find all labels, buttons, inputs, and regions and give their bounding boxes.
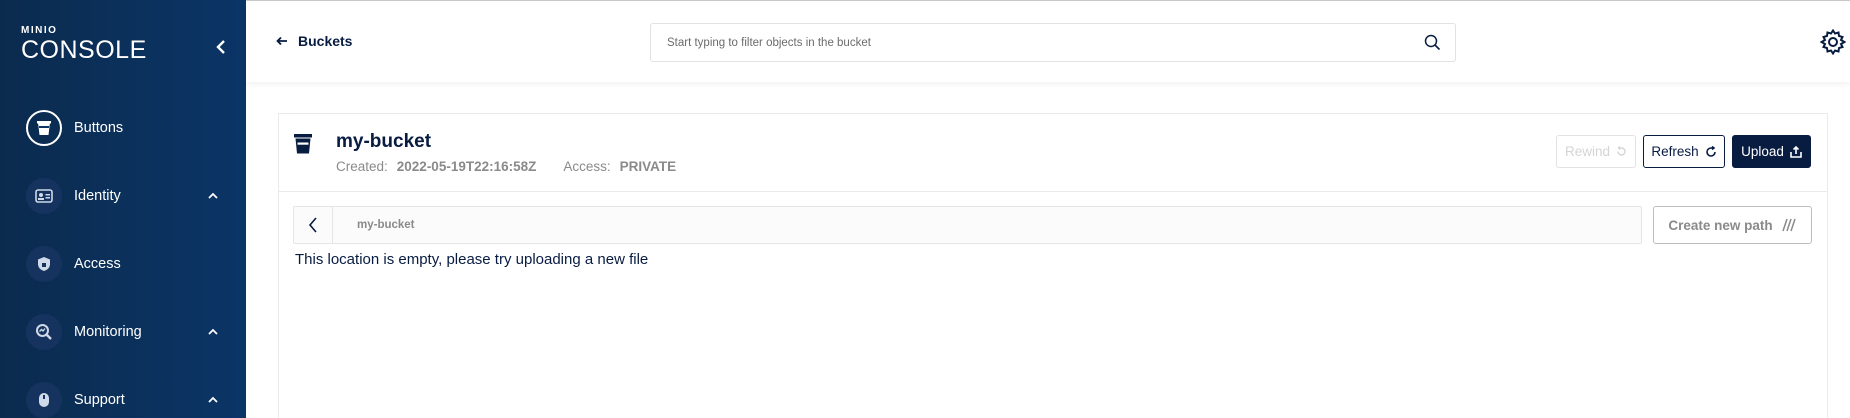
create-new-path-button[interactable]: Create new path: [1653, 206, 1812, 244]
sidebar-item-buckets[interactable]: Buttons: [0, 100, 246, 156]
sidebar-item-label: Buttons: [74, 120, 124, 136]
sidebar-item-label: Access: [74, 256, 121, 272]
refresh-icon: [1705, 145, 1716, 157]
logo-big-text: CONSOLE: [21, 36, 147, 64]
back-to-buckets-link[interactable]: Buckets: [276, 33, 352, 49]
rewind-icon: [1617, 146, 1626, 156]
sidebar-item-label: Identity: [74, 188, 121, 204]
chevron-up-icon: [208, 192, 218, 199]
path-back-button[interactable]: [294, 207, 333, 243]
arrow-left-icon: [276, 36, 287, 46]
bucket-header: my-bucket Created: 2022-05-19T22:16:58Z …: [279, 114, 1827, 192]
created-label: Created:: [336, 159, 388, 174]
sidebar: MINIO CONSOLE Buttons Identity Access Mo…: [0, 0, 246, 418]
sidebar-item-support[interactable]: Support: [0, 372, 246, 418]
chevron-left-icon: [216, 40, 225, 54]
search-box: [650, 23, 1456, 62]
empty-location-message: This location is empty, please try uploa…: [295, 251, 649, 268]
bucket-name: my-bucket: [336, 131, 432, 152]
rewind-label: Rewind: [1564, 144, 1611, 159]
sidebar-item-label: Support: [74, 392, 125, 408]
bucket-icon: [294, 134, 312, 154]
shield-icon: [26, 246, 62, 282]
chevron-up-icon: [208, 328, 218, 335]
collapse-sidebar-button[interactable]: [212, 36, 230, 58]
search-icon[interactable]: [1424, 34, 1441, 51]
back-label: Buckets: [298, 33, 353, 49]
access-label: Access:: [563, 159, 611, 174]
breadcrumb: my-bucket: [293, 206, 1642, 244]
sidebar-item-access[interactable]: Access: [0, 236, 246, 292]
search-input[interactable]: [651, 24, 1411, 61]
access-value: PRIVATE: [619, 159, 677, 174]
bucket-icon: [26, 110, 62, 146]
id-card-icon: [26, 178, 62, 214]
top-bar: Buckets: [246, 0, 1850, 82]
refresh-label: Refresh: [1651, 144, 1699, 159]
sidebar-item-label: Monitoring: [74, 324, 142, 340]
sidebar-item-identity[interactable]: Identity: [0, 168, 246, 224]
upload-button[interactable]: Upload: [1732, 135, 1811, 168]
logo-small-text: MINIO: [21, 25, 58, 36]
chevron-up-icon: [208, 396, 218, 403]
new-path-icon: [1781, 218, 1796, 232]
gear-icon[interactable]: [1820, 29, 1846, 55]
bucket-panel: my-bucket Created: 2022-05-19T22:16:58Z …: [278, 113, 1828, 418]
upload-icon: [1790, 145, 1802, 158]
bucket-meta: Created: 2022-05-19T22:16:58Z Access: PR…: [336, 159, 676, 174]
chevron-left-icon: [308, 217, 317, 233]
magnifier-chart-icon: [26, 314, 62, 350]
breadcrumb-path[interactable]: my-bucket: [357, 219, 415, 231]
rewind-button[interactable]: Rewind: [1556, 135, 1636, 168]
sidebar-item-monitoring[interactable]: Monitoring: [0, 304, 246, 360]
minio-console-logo[interactable]: MINIO CONSOLE: [21, 25, 147, 64]
create-path-label: Create new path: [1668, 217, 1773, 233]
refresh-button[interactable]: Refresh: [1643, 135, 1725, 168]
created-value: 2022-05-19T22:16:58Z: [396, 159, 537, 174]
support-icon: [26, 382, 62, 418]
upload-label: Upload: [1741, 144, 1784, 159]
